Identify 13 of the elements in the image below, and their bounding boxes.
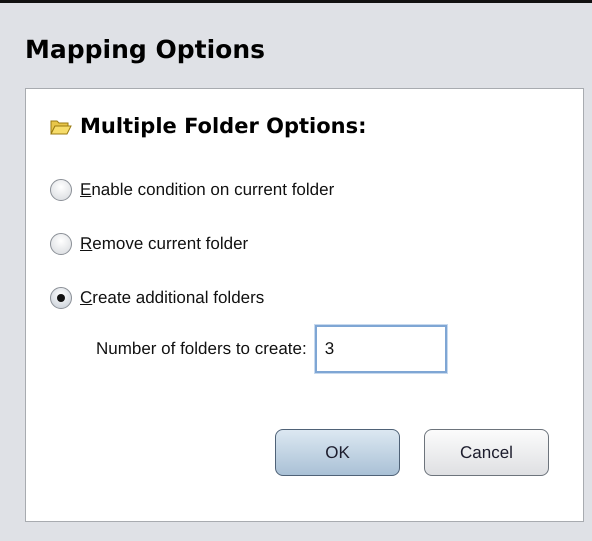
folder-count-field[interactable]: 3 xyxy=(314,325,447,373)
radio-button[interactable] xyxy=(50,233,72,255)
section-title: Multiple Folder Options: xyxy=(80,113,367,140)
radio-button[interactable] xyxy=(50,179,72,201)
ok-button[interactable]: OK xyxy=(275,429,400,476)
field-label: Number of folders to create: xyxy=(96,338,307,360)
option-label[interactable]: Remove current folder xyxy=(80,231,248,257)
cancel-button[interactable]: Cancel xyxy=(424,429,549,476)
option-label[interactable]: Enable condition on current folder xyxy=(80,177,334,203)
option-label[interactable]: Create additional folders xyxy=(80,285,264,311)
radio-button[interactable] xyxy=(50,287,72,309)
window-title: Mapping Options xyxy=(24,34,266,66)
folder-icon xyxy=(50,119,72,135)
